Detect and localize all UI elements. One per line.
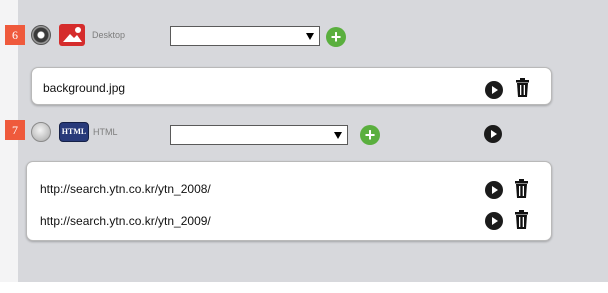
trash-icon[interactable] [515,210,528,229]
add-html-button[interactable]: + [360,125,380,145]
play-icon[interactable] [485,181,503,199]
desktop-file-list: background.jpg [31,67,552,105]
html-radio[interactable] [31,122,51,142]
step-badge-6: 6 [5,25,25,45]
play-icon[interactable] [485,81,503,99]
dropdown-arrow-icon [334,132,342,139]
html-label: HTML [93,127,118,137]
list-item-text: http://search.ytn.co.kr/ytn_2009/ [40,214,211,228]
trash-icon[interactable] [516,78,529,97]
desktop-background-icon [59,24,85,46]
list-item-text: background.jpg [43,81,126,95]
trash-icon[interactable] [515,179,528,198]
dropdown-arrow-icon [306,33,314,40]
html-source-select[interactable] [170,125,348,145]
play-icon[interactable] [485,212,503,230]
add-desktop-button[interactable]: + [326,27,346,47]
html-url-list: http://search.ytn.co.kr/ytn_2008/ http:/… [26,161,552,241]
play-all-icon[interactable] [484,125,502,143]
step-badge-7: 7 [5,120,25,140]
desktop-source-select[interactable] [170,26,320,46]
html-icon: HTML [59,122,89,142]
list-item-text: http://search.ytn.co.kr/ytn_2008/ [40,182,211,196]
desktop-radio[interactable] [31,25,51,45]
desktop-label: Desktop [92,30,126,40]
